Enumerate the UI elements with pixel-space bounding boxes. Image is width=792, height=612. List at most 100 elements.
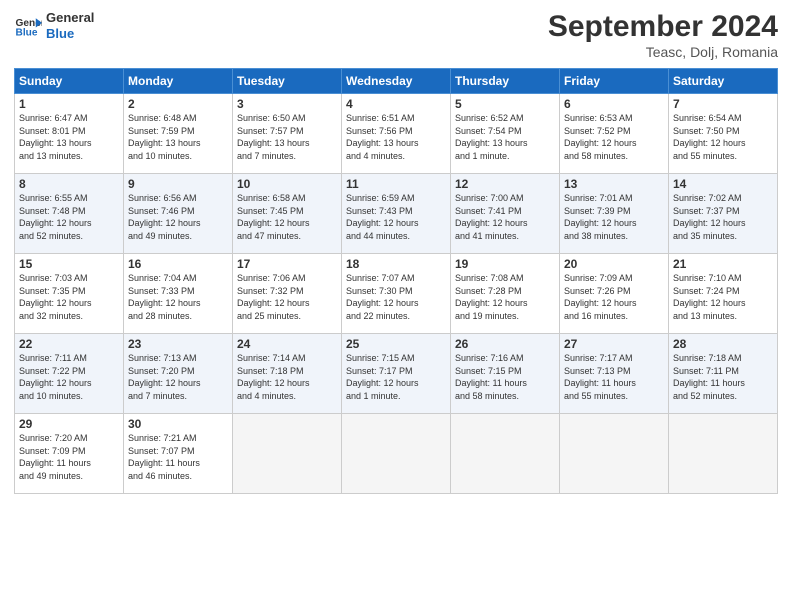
day-number: 11 <box>346 177 446 191</box>
day-info: Sunrise: 6:59 AM Sunset: 7:43 PM Dayligh… <box>346 192 446 242</box>
day-info: Sunrise: 6:52 AM Sunset: 7:54 PM Dayligh… <box>455 112 555 162</box>
day-number: 13 <box>564 177 664 191</box>
calendar-cell: 22Sunrise: 7:11 AM Sunset: 7:22 PM Dayli… <box>15 334 124 414</box>
day-info: Sunrise: 7:00 AM Sunset: 7:41 PM Dayligh… <box>455 192 555 242</box>
logo-text: General Blue <box>46 10 94 41</box>
day-number: 10 <box>237 177 337 191</box>
weekday-header-friday: Friday <box>560 69 669 94</box>
day-number: 6 <box>564 97 664 111</box>
day-number: 17 <box>237 257 337 271</box>
calendar-cell <box>669 414 778 494</box>
day-number: 2 <box>128 97 228 111</box>
day-info: Sunrise: 7:10 AM Sunset: 7:24 PM Dayligh… <box>673 272 773 322</box>
day-number: 16 <box>128 257 228 271</box>
calendar-cell: 18Sunrise: 7:07 AM Sunset: 7:30 PM Dayli… <box>342 254 451 334</box>
calendar-cell <box>560 414 669 494</box>
calendar-cell: 26Sunrise: 7:16 AM Sunset: 7:15 PM Dayli… <box>451 334 560 414</box>
day-number: 18 <box>346 257 446 271</box>
week-row-3: 15Sunrise: 7:03 AM Sunset: 7:35 PM Dayli… <box>15 254 778 334</box>
weekday-header-row: SundayMondayTuesdayWednesdayThursdayFrid… <box>15 69 778 94</box>
day-number: 22 <box>19 337 119 351</box>
calendar-cell: 25Sunrise: 7:15 AM Sunset: 7:17 PM Dayli… <box>342 334 451 414</box>
month-title: September 2024 <box>548 10 778 44</box>
day-info: Sunrise: 7:13 AM Sunset: 7:20 PM Dayligh… <box>128 352 228 402</box>
day-info: Sunrise: 7:14 AM Sunset: 7:18 PM Dayligh… <box>237 352 337 402</box>
calendar-cell <box>451 414 560 494</box>
calendar-cell: 24Sunrise: 7:14 AM Sunset: 7:18 PM Dayli… <box>233 334 342 414</box>
day-info: Sunrise: 6:56 AM Sunset: 7:46 PM Dayligh… <box>128 192 228 242</box>
day-info: Sunrise: 7:03 AM Sunset: 7:35 PM Dayligh… <box>19 272 119 322</box>
day-number: 14 <box>673 177 773 191</box>
calendar-cell <box>233 414 342 494</box>
weekday-header-thursday: Thursday <box>451 69 560 94</box>
logo: General Blue General Blue <box>14 10 94 41</box>
calendar-cell: 14Sunrise: 7:02 AM Sunset: 7:37 PM Dayli… <box>669 174 778 254</box>
calendar-cell: 11Sunrise: 6:59 AM Sunset: 7:43 PM Dayli… <box>342 174 451 254</box>
day-number: 19 <box>455 257 555 271</box>
day-number: 25 <box>346 337 446 351</box>
week-row-4: 22Sunrise: 7:11 AM Sunset: 7:22 PM Dayli… <box>15 334 778 414</box>
day-info: Sunrise: 7:18 AM Sunset: 7:11 PM Dayligh… <box>673 352 773 402</box>
location: Teasc, Dolj, Romania <box>548 44 778 60</box>
calendar-cell: 12Sunrise: 7:00 AM Sunset: 7:41 PM Dayli… <box>451 174 560 254</box>
calendar-cell: 8Sunrise: 6:55 AM Sunset: 7:48 PM Daylig… <box>15 174 124 254</box>
day-number: 27 <box>564 337 664 351</box>
weekday-header-sunday: Sunday <box>15 69 124 94</box>
day-info: Sunrise: 7:04 AM Sunset: 7:33 PM Dayligh… <box>128 272 228 322</box>
calendar-cell: 10Sunrise: 6:58 AM Sunset: 7:45 PM Dayli… <box>233 174 342 254</box>
calendar-cell: 4Sunrise: 6:51 AM Sunset: 7:56 PM Daylig… <box>342 94 451 174</box>
calendar-cell: 1Sunrise: 6:47 AM Sunset: 8:01 PM Daylig… <box>15 94 124 174</box>
calendar-cell: 7Sunrise: 6:54 AM Sunset: 7:50 PM Daylig… <box>669 94 778 174</box>
calendar-cell: 20Sunrise: 7:09 AM Sunset: 7:26 PM Dayli… <box>560 254 669 334</box>
calendar-cell: 6Sunrise: 6:53 AM Sunset: 7:52 PM Daylig… <box>560 94 669 174</box>
day-number: 9 <box>128 177 228 191</box>
day-info: Sunrise: 6:47 AM Sunset: 8:01 PM Dayligh… <box>19 112 119 162</box>
day-number: 30 <box>128 417 228 431</box>
day-info: Sunrise: 6:48 AM Sunset: 7:59 PM Dayligh… <box>128 112 228 162</box>
day-number: 15 <box>19 257 119 271</box>
header: General Blue General Blue September 2024… <box>14 10 778 60</box>
day-info: Sunrise: 7:09 AM Sunset: 7:26 PM Dayligh… <box>564 272 664 322</box>
calendar-cell: 27Sunrise: 7:17 AM Sunset: 7:13 PM Dayli… <box>560 334 669 414</box>
svg-text:Blue: Blue <box>16 27 38 38</box>
day-info: Sunrise: 7:16 AM Sunset: 7:15 PM Dayligh… <box>455 352 555 402</box>
week-row-1: 1Sunrise: 6:47 AM Sunset: 8:01 PM Daylig… <box>15 94 778 174</box>
day-info: Sunrise: 6:53 AM Sunset: 7:52 PM Dayligh… <box>564 112 664 162</box>
day-info: Sunrise: 7:01 AM Sunset: 7:39 PM Dayligh… <box>564 192 664 242</box>
day-info: Sunrise: 6:51 AM Sunset: 7:56 PM Dayligh… <box>346 112 446 162</box>
day-number: 28 <box>673 337 773 351</box>
week-row-5: 29Sunrise: 7:20 AM Sunset: 7:09 PM Dayli… <box>15 414 778 494</box>
day-info: Sunrise: 6:50 AM Sunset: 7:57 PM Dayligh… <box>237 112 337 162</box>
weekday-header-monday: Monday <box>124 69 233 94</box>
day-info: Sunrise: 6:58 AM Sunset: 7:45 PM Dayligh… <box>237 192 337 242</box>
day-number: 7 <box>673 97 773 111</box>
calendar-cell: 3Sunrise: 6:50 AM Sunset: 7:57 PM Daylig… <box>233 94 342 174</box>
day-number: 29 <box>19 417 119 431</box>
day-number: 21 <box>673 257 773 271</box>
weekday-header-tuesday: Tuesday <box>233 69 342 94</box>
calendar-cell: 16Sunrise: 7:04 AM Sunset: 7:33 PM Dayli… <box>124 254 233 334</box>
day-info: Sunrise: 6:54 AM Sunset: 7:50 PM Dayligh… <box>673 112 773 162</box>
day-info: Sunrise: 7:15 AM Sunset: 7:17 PM Dayligh… <box>346 352 446 402</box>
calendar-cell: 29Sunrise: 7:20 AM Sunset: 7:09 PM Dayli… <box>15 414 124 494</box>
day-number: 3 <box>237 97 337 111</box>
calendar-cell: 15Sunrise: 7:03 AM Sunset: 7:35 PM Dayli… <box>15 254 124 334</box>
calendar-cell: 23Sunrise: 7:13 AM Sunset: 7:20 PM Dayli… <box>124 334 233 414</box>
day-number: 8 <box>19 177 119 191</box>
calendar-cell: 21Sunrise: 7:10 AM Sunset: 7:24 PM Dayli… <box>669 254 778 334</box>
calendar-cell <box>342 414 451 494</box>
week-row-2: 8Sunrise: 6:55 AM Sunset: 7:48 PM Daylig… <box>15 174 778 254</box>
day-number: 5 <box>455 97 555 111</box>
calendar-cell: 19Sunrise: 7:08 AM Sunset: 7:28 PM Dayli… <box>451 254 560 334</box>
calendar-cell: 30Sunrise: 7:21 AM Sunset: 7:07 PM Dayli… <box>124 414 233 494</box>
day-number: 26 <box>455 337 555 351</box>
day-info: Sunrise: 7:17 AM Sunset: 7:13 PM Dayligh… <box>564 352 664 402</box>
day-number: 23 <box>128 337 228 351</box>
calendar-cell: 28Sunrise: 7:18 AM Sunset: 7:11 PM Dayli… <box>669 334 778 414</box>
day-number: 24 <box>237 337 337 351</box>
day-info: Sunrise: 7:08 AM Sunset: 7:28 PM Dayligh… <box>455 272 555 322</box>
calendar-cell: 17Sunrise: 7:06 AM Sunset: 7:32 PM Dayli… <box>233 254 342 334</box>
calendar-cell: 9Sunrise: 6:56 AM Sunset: 7:46 PM Daylig… <box>124 174 233 254</box>
title-block: September 2024 Teasc, Dolj, Romania <box>548 10 778 60</box>
day-info: Sunrise: 7:11 AM Sunset: 7:22 PM Dayligh… <box>19 352 119 402</box>
